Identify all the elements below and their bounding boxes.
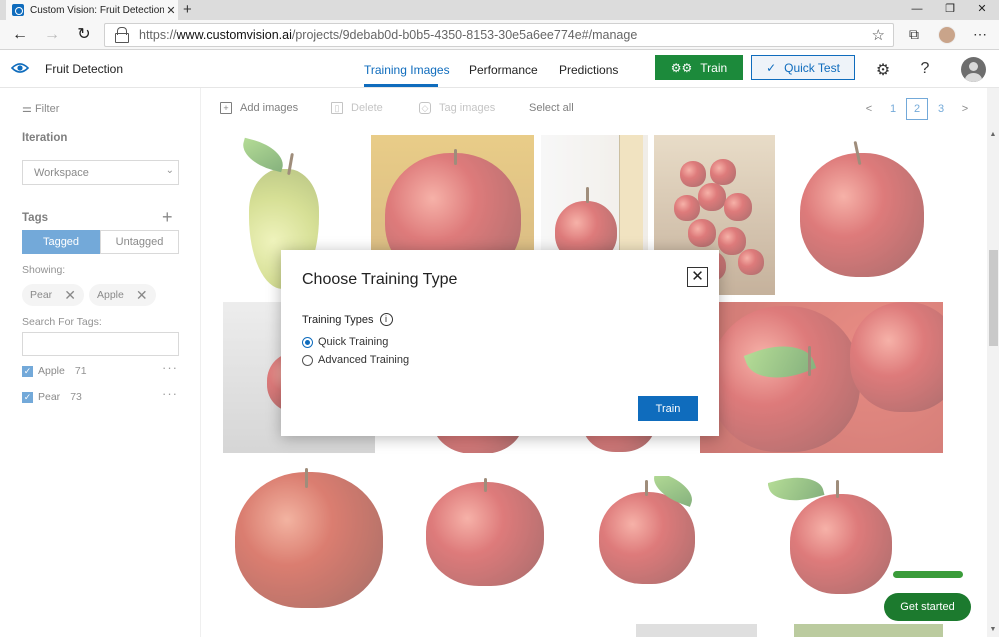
favicon-icon (12, 4, 24, 16)
training-types-label: Training Types i (302, 313, 393, 326)
dialog-title: Choose Training Type (302, 271, 458, 288)
url-path: /projects/9debab0d-b0b5-4350-8153-30e5a6… (291, 28, 638, 42)
eye-logo-icon (11, 63, 29, 73)
minimize-icon[interactable]: — (901, 0, 933, 20)
info-icon[interactable]: i (379, 313, 393, 326)
radio-selected-icon[interactable] (302, 336, 313, 348)
close-icon[interactable]: ✕ (687, 267, 708, 287)
scroll-down-icon[interactable]: ▼ (988, 626, 998, 633)
getting-started-progress (893, 571, 963, 578)
gears-icon: ⚙⚙ (670, 60, 693, 75)
window-close-icon[interactable]: ✕ (966, 0, 998, 20)
new-tab-icon[interactable]: + (183, 1, 192, 18)
choose-training-type-dialog: Choose Training Type ✕ Training Types i … (281, 250, 719, 436)
avatar[interactable] (961, 57, 986, 82)
back-icon[interactable]: ← (9, 25, 31, 45)
quick-test-label: Quick Test (784, 60, 840, 75)
radio-advanced-training[interactable]: Advanced Training (302, 354, 409, 366)
dialog-train-button[interactable]: Train (638, 396, 698, 421)
tab-title: Custom Vision: Fruit Detection - (30, 4, 164, 16)
tab-predictions[interactable]: Predictions (559, 63, 618, 77)
browser-tab[interactable]: Custom Vision: Fruit Detection - ✕ (6, 0, 178, 20)
project-title: Fruit Detection (45, 62, 124, 76)
checkmark-icon: ✓ (766, 60, 777, 75)
scroll-up-icon[interactable]: ▲ (988, 131, 998, 138)
training-types-text: Training Types (302, 313, 374, 326)
settings-gear-icon[interactable]: ⚙ (873, 60, 893, 80)
radio-label: Quick Training (318, 336, 389, 348)
refresh-icon[interactable]: ↻ (73, 25, 95, 45)
scrollbar-thumb[interactable] (989, 250, 998, 346)
quick-test-button[interactable]: ✓ Quick Test (751, 55, 855, 80)
radio-label: Advanced Training (318, 354, 410, 366)
address-bar: ← → ↻ https://www.customvision.ai/projec… (0, 20, 999, 50)
restore-icon[interactable]: ❐ (934, 0, 966, 20)
active-tab-indicator (364, 84, 438, 87)
browser-profile-icon[interactable] (938, 26, 956, 44)
url-host: www.customvision.ai (176, 28, 292, 42)
tab-training-images[interactable]: Training Images (364, 63, 450, 77)
radio-unselected-icon[interactable] (302, 354, 313, 366)
get-started-button[interactable]: Get started (884, 593, 971, 621)
forward-icon[interactable]: → (41, 25, 63, 45)
train-button-label: Train (700, 60, 728, 75)
favorite-star-icon[interactable]: ☆ (872, 26, 885, 44)
tab-performance[interactable]: Performance (469, 63, 538, 77)
browser-tabstrip: Custom Vision: Fruit Detection - ✕ + — ❐… (0, 0, 999, 20)
url-scheme: https:// (139, 28, 177, 42)
vertical-scrollbar[interactable] (987, 88, 999, 637)
app-header: Fruit Detection Training Images Performa… (0, 51, 999, 88)
tab-close-icon[interactable]: ✕ (164, 4, 178, 17)
collections-icon[interactable]: ⧉ (904, 26, 924, 44)
help-icon[interactable]: ? (915, 60, 935, 80)
train-button[interactable]: ⚙⚙ Train (655, 55, 743, 80)
url-field[interactable]: https://www.customvision.ai/projects/9de… (104, 23, 894, 47)
more-menu-icon[interactable]: ⋯ (970, 26, 990, 44)
radio-quick-training[interactable]: Quick Training (302, 336, 388, 348)
lock-icon (115, 27, 129, 43)
